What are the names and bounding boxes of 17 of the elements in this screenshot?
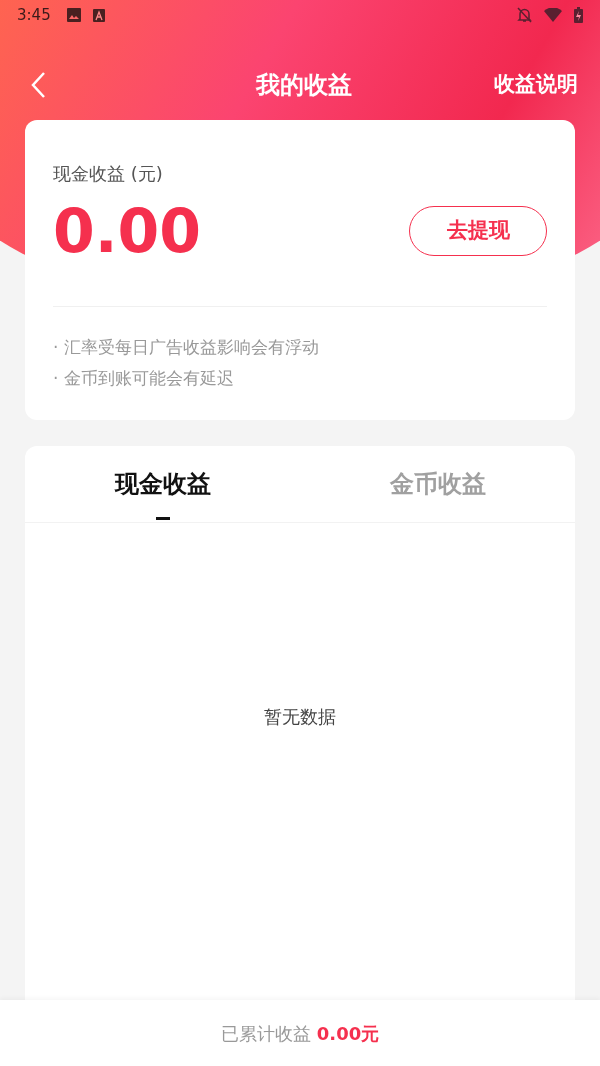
tab-indicator <box>155 517 170 520</box>
wifi-icon <box>544 8 562 22</box>
battery-icon <box>574 7 583 23</box>
empty-state-text: 暂无数据 <box>264 705 336 729</box>
note-text: · 汇率受每日广告收益影响会有浮动 <box>53 336 320 359</box>
page-title: 我的收益 <box>256 70 352 101</box>
earnings-info-link[interactable]: 收益说明 <box>494 69 578 101</box>
status-time: 3:45 <box>17 4 51 26</box>
withdraw-button[interactable]: 去提现 <box>409 206 547 256</box>
balance-amount: 0.00 <box>53 201 202 261</box>
total-earnings-label: 已累计收益 <box>220 1021 311 1046</box>
tab[interactable]: 金币收益 <box>300 446 575 522</box>
bell-off-icon <box>517 7 532 23</box>
total-earnings-amount: 0.00元 <box>316 1021 380 1046</box>
note-text: · 金币到账可能会有延迟 <box>53 367 235 390</box>
tab[interactable]: 现金收益 <box>25 446 300 522</box>
balance-label: 现金收益 (元) <box>53 162 164 186</box>
